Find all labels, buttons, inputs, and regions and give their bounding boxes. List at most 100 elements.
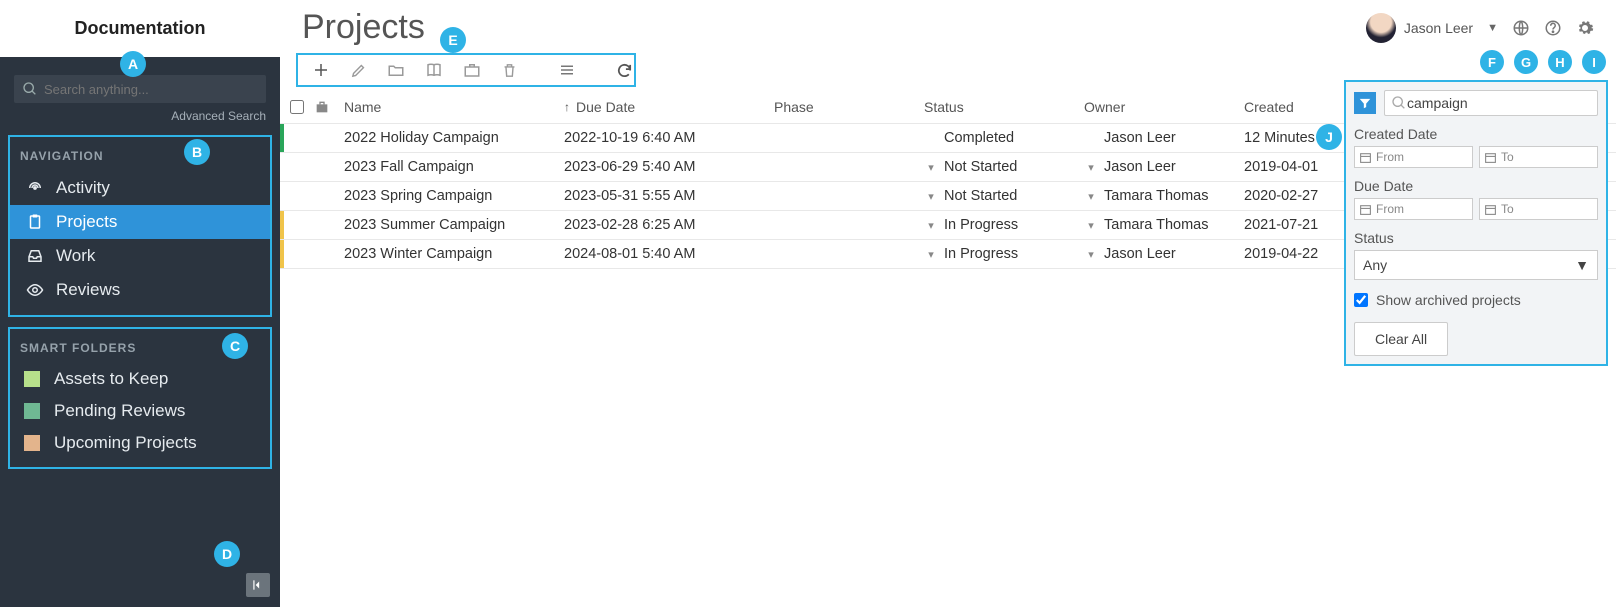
global-search-input[interactable] bbox=[44, 82, 258, 97]
list-button[interactable] bbox=[558, 61, 576, 79]
chevron-down-icon: ▾ bbox=[924, 219, 938, 232]
folder-color-swatch bbox=[24, 435, 40, 451]
sidebar-item-projects[interactable]: Projects bbox=[10, 205, 270, 239]
created-date-label: Created Date bbox=[1354, 126, 1598, 142]
badge-d: D bbox=[214, 541, 240, 567]
cell-due: 2023-02-28 6:25 AM bbox=[564, 217, 774, 233]
nav-label: Reviews bbox=[56, 280, 120, 300]
eye-icon bbox=[24, 281, 46, 299]
created-to-input[interactable]: To bbox=[1479, 146, 1598, 168]
cell-status[interactable]: ▾In Progress bbox=[924, 246, 1084, 262]
avatar[interactable] bbox=[1366, 13, 1396, 43]
cell-status[interactable]: ▾In Progress bbox=[924, 217, 1084, 233]
chevron-down-icon[interactable]: ▼ bbox=[1487, 22, 1498, 34]
dropdown-icon: ▼ bbox=[1575, 257, 1589, 273]
due-from-input[interactable]: From bbox=[1354, 198, 1473, 220]
cell-owner[interactable]: Jason Leer bbox=[1084, 130, 1244, 146]
status-filter-label: Status bbox=[1354, 230, 1598, 246]
chevron-down-icon: ▾ bbox=[1084, 190, 1098, 203]
calendar-icon bbox=[1359, 203, 1372, 216]
col-name[interactable]: Name bbox=[344, 99, 564, 115]
signal-icon bbox=[24, 179, 46, 197]
filter-panel: J Created Date From To Due Date bbox=[1344, 80, 1608, 366]
cell-owner[interactable]: ▾Jason Leer bbox=[1084, 159, 1244, 175]
folder-assets-to-keep[interactable]: Assets to Keep bbox=[10, 363, 270, 395]
user-area: Jason Leer ▼ bbox=[1366, 13, 1594, 43]
navigation-title: NAVIGATION bbox=[10, 143, 270, 171]
cell-due: 2023-05-31 5:55 AM bbox=[564, 188, 774, 204]
open-folder-button[interactable] bbox=[387, 61, 405, 79]
folder-color-swatch bbox=[24, 371, 40, 387]
cell-name: 2023 Summer Campaign bbox=[344, 217, 564, 233]
edit-button[interactable] bbox=[350, 62, 367, 79]
filter-icon bbox=[1358, 96, 1372, 110]
calendar-icon bbox=[1359, 151, 1372, 164]
archived-checkbox[interactable] bbox=[1354, 293, 1368, 307]
collapse-icon bbox=[251, 578, 265, 592]
cell-name: 2023 Spring Campaign bbox=[344, 188, 564, 204]
topbar: Projects Jason Leer ▼ bbox=[280, 0, 1616, 47]
book-button[interactable] bbox=[425, 61, 443, 79]
gear-icon[interactable] bbox=[1576, 19, 1594, 37]
archived-label: Show archived projects bbox=[1376, 292, 1521, 308]
add-button[interactable] bbox=[312, 61, 330, 79]
sidebar: Documentation A Advanced Search B NAVIGA… bbox=[0, 0, 280, 607]
nav-label: Projects bbox=[56, 212, 117, 232]
sidebar-item-reviews[interactable]: Reviews bbox=[10, 273, 270, 307]
inbox-icon bbox=[24, 247, 46, 265]
briefcase-button[interactable] bbox=[463, 61, 481, 79]
calendar-icon bbox=[1484, 151, 1497, 164]
chevron-down-icon: ▾ bbox=[924, 248, 938, 261]
collapse-sidebar-button[interactable] bbox=[246, 573, 270, 597]
archived-checkbox-row[interactable]: Show archived projects bbox=[1354, 292, 1598, 308]
cell-status[interactable]: ▾Not Started bbox=[924, 159, 1084, 175]
filter-search[interactable] bbox=[1384, 90, 1598, 116]
navigation-section: B NAVIGATION Activity Projects Work Reviews bbox=[8, 135, 272, 317]
chevron-down-icon: ▾ bbox=[924, 190, 938, 203]
badge-c: C bbox=[222, 333, 248, 359]
clipboard-icon bbox=[24, 213, 46, 231]
page-title: Projects bbox=[302, 8, 425, 47]
filter-search-input[interactable] bbox=[1407, 95, 1591, 111]
user-name[interactable]: Jason Leer bbox=[1404, 20, 1473, 36]
global-search[interactable] bbox=[14, 75, 266, 103]
trash-button[interactable] bbox=[501, 62, 518, 79]
cell-name: 2023 Winter Campaign bbox=[344, 246, 564, 262]
cell-owner[interactable]: ▾Jason Leer bbox=[1084, 246, 1244, 262]
refresh-button[interactable] bbox=[616, 62, 633, 79]
due-to-input[interactable]: To bbox=[1479, 198, 1598, 220]
sidebar-item-work[interactable]: Work bbox=[10, 239, 270, 273]
nav-label: Activity bbox=[56, 178, 110, 198]
help-icon[interactable] bbox=[1544, 19, 1562, 37]
badge-j: J bbox=[1316, 124, 1342, 150]
folder-upcoming-projects[interactable]: Upcoming Projects bbox=[10, 427, 270, 459]
badge-b: B bbox=[184, 139, 210, 165]
cell-status[interactable]: ▾Not Started bbox=[924, 188, 1084, 204]
cell-status[interactable]: Completed bbox=[924, 130, 1084, 146]
clear-all-button[interactable]: Clear All bbox=[1354, 322, 1448, 356]
folder-label: Assets to Keep bbox=[54, 369, 168, 389]
chevron-down-icon: ▾ bbox=[1084, 219, 1098, 232]
select-all-checkbox[interactable] bbox=[290, 100, 304, 114]
smart-folders-section: C SMART FOLDERS Assets to KeepPending Re… bbox=[8, 327, 272, 469]
folder-label: Upcoming Projects bbox=[54, 433, 197, 453]
created-from-input[interactable]: From bbox=[1354, 146, 1473, 168]
advanced-search-link[interactable]: Advanced Search bbox=[0, 105, 280, 131]
col-due-date[interactable]: ↑Due Date bbox=[564, 99, 774, 115]
cell-owner[interactable]: ▾Tamara Thomas bbox=[1084, 188, 1244, 204]
folder-label: Pending Reviews bbox=[54, 401, 185, 421]
globe-icon[interactable] bbox=[1512, 19, 1530, 37]
sidebar-item-activity[interactable]: Activity bbox=[10, 171, 270, 205]
folder-pending-reviews[interactable]: Pending Reviews bbox=[10, 395, 270, 427]
col-status[interactable]: Status bbox=[924, 99, 1084, 115]
col-phase[interactable]: Phase bbox=[774, 99, 924, 115]
due-date-label: Due Date bbox=[1354, 178, 1598, 194]
filter-toggle[interactable] bbox=[1354, 92, 1376, 114]
cell-name: 2022 Holiday Campaign bbox=[344, 130, 564, 146]
search-icon bbox=[22, 81, 38, 97]
status-select[interactable]: Any ▼ bbox=[1354, 250, 1598, 280]
cell-due: 2023-06-29 5:40 AM bbox=[564, 159, 774, 175]
col-owner[interactable]: Owner bbox=[1084, 99, 1244, 115]
cell-owner[interactable]: ▾Tamara Thomas bbox=[1084, 217, 1244, 233]
type-column-icon[interactable] bbox=[314, 99, 344, 115]
